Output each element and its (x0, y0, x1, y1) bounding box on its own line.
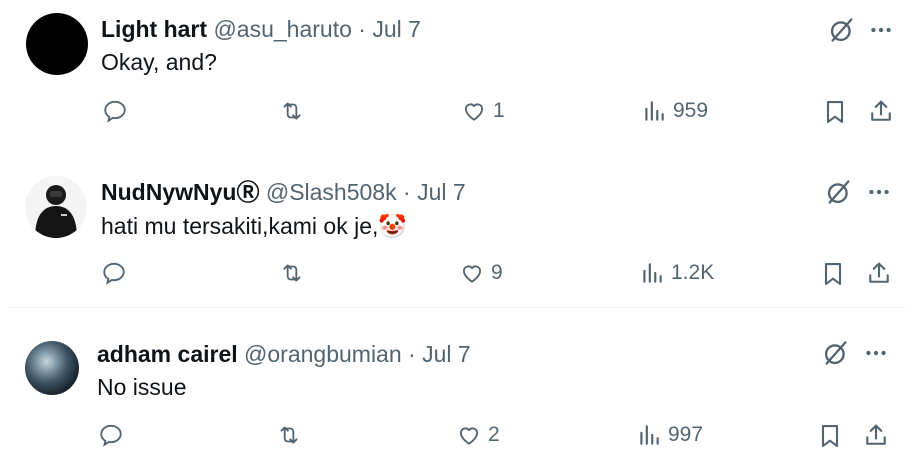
registered-badge: Ⓡ (236, 179, 260, 205)
avatar[interactable] (25, 341, 79, 395)
reply-icon (104, 100, 126, 123)
tweet-date[interactable]: Jul 7 (417, 179, 466, 205)
reply-icon (103, 262, 125, 285)
retweet-icon (283, 264, 301, 282)
tweet-header: Light hart @asu_haruto · Jul 7 (101, 14, 421, 44)
view-count: 1.2K (671, 261, 715, 284)
share-icon[interactable] (862, 421, 890, 449)
handle[interactable]: @Slash508k (266, 179, 397, 205)
grok-icon[interactable] (828, 16, 856, 44)
like-button[interactable]: 1 (461, 98, 505, 124)
retweet-button[interactable] (276, 422, 302, 448)
tweet-text: hati mu tersakiti,kami ok je,🤡 (101, 211, 407, 241)
views-button[interactable]: 1.2K (639, 260, 714, 286)
display-name[interactable]: adham cairel (97, 341, 238, 367)
tweet-header: NudNywNyuⓇ @Slash508k · Jul 7 (101, 177, 466, 207)
clown-emoji: 🤡 (378, 213, 408, 239)
heart-icon (462, 265, 482, 283)
view-count: 997 (668, 423, 704, 446)
view-count: 959 (673, 99, 709, 122)
like-count: 2 (488, 423, 500, 446)
separator: · (403, 179, 411, 205)
tweet[interactable]: NudNywNyuⓇ @Slash508k · Jul 7 hati mu te… (0, 150, 916, 308)
separator: · (408, 341, 416, 367)
like-button[interactable]: 9 (459, 260, 503, 286)
grok-icon[interactable] (825, 178, 853, 206)
like-count: 1 (493, 99, 505, 122)
views-button[interactable]: 997 (636, 422, 703, 448)
share-icon[interactable] (867, 97, 895, 125)
more-icon[interactable] (866, 179, 892, 205)
tweet-text: Okay, and? (101, 47, 217, 77)
more-icon[interactable] (868, 17, 894, 43)
avatar[interactable] (26, 13, 88, 75)
handle[interactable]: @asu_haruto (213, 16, 351, 42)
bookmark-icon[interactable] (816, 422, 844, 450)
handle[interactable]: @orangbumian (244, 341, 402, 367)
tweet-text-content: Okay, and? (101, 49, 217, 75)
heart-icon (459, 427, 479, 445)
tweet[interactable]: adham cairel @orangbumian · Jul 7 No iss… (0, 308, 916, 460)
reply-button[interactable] (101, 260, 127, 286)
heart-icon (464, 103, 484, 121)
views-icon (645, 101, 664, 121)
retweet-icon (283, 102, 301, 120)
like-button[interactable]: 2 (456, 422, 500, 448)
tweet-text-content: hati mu tersakiti,kami ok je, (101, 213, 379, 239)
bookmark-icon[interactable] (821, 98, 849, 126)
tweet-header: adham cairel @orangbumian · Jul 7 (97, 339, 471, 369)
retweet-icon (280, 426, 298, 444)
reply-button[interactable] (98, 422, 124, 448)
views-button[interactable]: 959 (641, 98, 708, 124)
like-count: 9 (491, 261, 503, 284)
avatar[interactable] (25, 176, 87, 238)
reply-button[interactable] (102, 98, 128, 124)
reply-icon (100, 424, 122, 447)
separator: · (358, 16, 366, 42)
more-icon[interactable] (863, 340, 889, 366)
share-icon[interactable] (865, 259, 893, 287)
tweet-text-content: No issue (97, 374, 187, 400)
bookmark-icon[interactable] (819, 260, 847, 288)
retweet-button[interactable] (279, 260, 305, 286)
views-icon (643, 263, 662, 283)
tweet-text: No issue (97, 372, 186, 402)
tweet[interactable]: Light hart @asu_haruto · Jul 7 Okay, and… (0, 0, 916, 150)
avatar-image (25, 176, 87, 238)
views-icon (640, 425, 659, 445)
grok-icon[interactable] (822, 339, 850, 367)
tweet-date[interactable]: Jul 7 (422, 341, 471, 367)
retweet-button[interactable] (279, 98, 305, 124)
display-name[interactable]: Light hart (101, 16, 207, 42)
tweet-date[interactable]: Jul 7 (372, 16, 421, 42)
display-name[interactable]: NudNywNyu (101, 179, 236, 205)
